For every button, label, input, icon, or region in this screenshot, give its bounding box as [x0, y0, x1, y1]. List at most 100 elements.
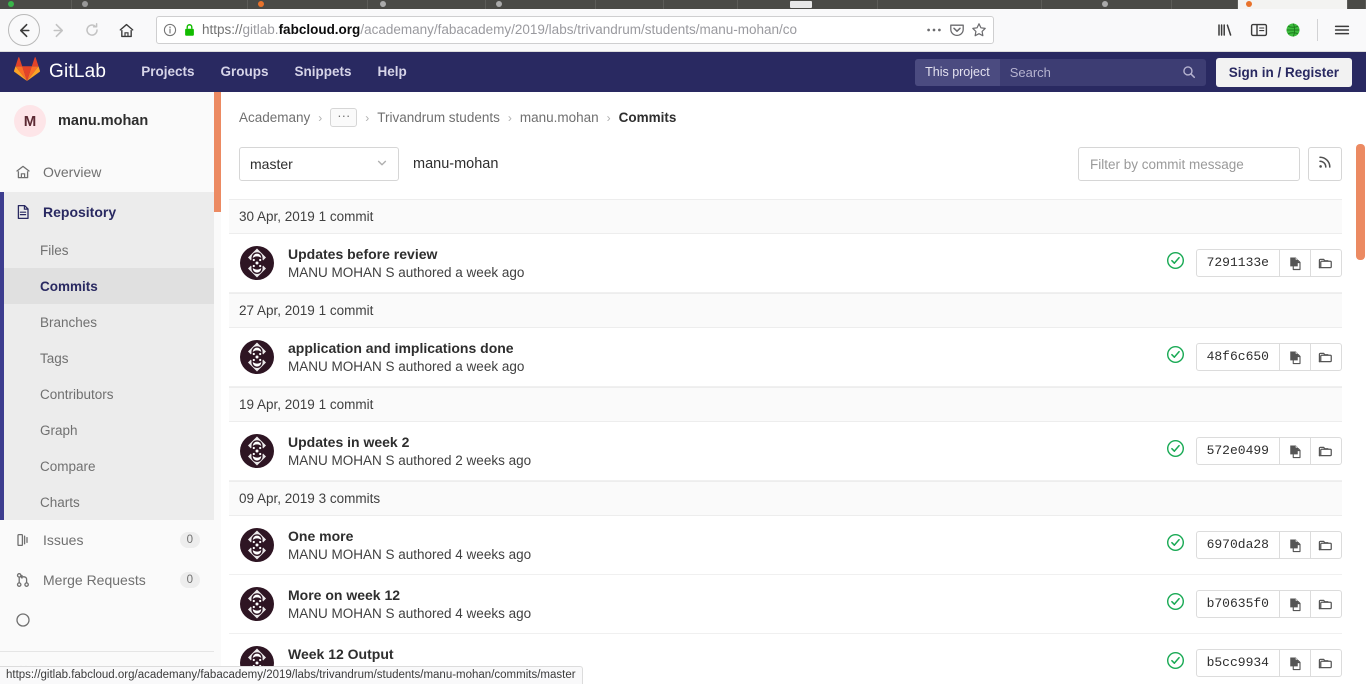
nav-link-groups[interactable]: Groups — [207, 52, 281, 92]
forward-button[interactable] — [42, 14, 74, 46]
sidebar-item-contributors[interactable]: Contributors — [0, 376, 214, 412]
commit-sha[interactable]: 48f6c650 — [1197, 344, 1279, 370]
rss-feed-button[interactable] — [1308, 147, 1342, 181]
commit-title[interactable]: Updates in week 2 — [288, 434, 531, 450]
sidebar-item-compare[interactable]: Compare — [0, 448, 214, 484]
search-input[interactable]: Search — [1000, 65, 1182, 80]
identicon-avatar — [239, 433, 275, 469]
sidebar-item-commits[interactable]: Commits — [0, 268, 214, 304]
sidebar-item-charts[interactable]: Charts — [0, 484, 214, 520]
breadcrumb-separator: › — [507, 110, 512, 125]
copy-to-clipboard-icon[interactable] — [1279, 532, 1310, 558]
search-icon[interactable] — [1182, 65, 1206, 79]
copy-to-clipboard-icon[interactable] — [1279, 250, 1310, 276]
commit-row[interactable]: Updates before review MANU MOHAN S author… — [229, 234, 1342, 293]
browser-tab[interactable] — [738, 0, 878, 9]
sidebar-item-issues[interactable]: Issues 0 — [0, 520, 214, 560]
search-scope-label[interactable]: This project — [915, 58, 1000, 86]
commit-title[interactable]: More on week 12 — [288, 587, 531, 603]
hamburger-menu-icon[interactable] — [1326, 14, 1358, 46]
home-button[interactable] — [110, 14, 142, 46]
page-scrollbar[interactable] — [1355, 92, 1366, 684]
commit-row[interactable]: Updates in week 2 MANU MOHAN S authored 2… — [229, 422, 1342, 481]
pipeline-passed-check-icon[interactable] — [1166, 651, 1185, 675]
browser-tab[interactable] — [248, 0, 368, 9]
pipeline-passed-check-icon[interactable] — [1166, 533, 1185, 557]
pipeline-passed-check-icon[interactable] — [1166, 345, 1185, 369]
ellipsis-icon[interactable] — [925, 23, 943, 37]
browser-tab[interactable] — [596, 0, 664, 9]
commit-sha[interactable]: b70635f0 — [1197, 591, 1279, 617]
sidebar-scrollbar[interactable] — [214, 92, 221, 684]
breadcrumb-expand-button[interactable]: ··· — [330, 108, 358, 127]
commit-sha[interactable]: 7291133e — [1197, 250, 1279, 276]
sidebar-project-header[interactable]: M manu.mohan — [0, 92, 214, 152]
commit-title[interactable]: Updates before review — [288, 246, 524, 262]
commit-row[interactable]: application and implications done MANU MO… — [229, 328, 1342, 387]
sidebar-item-overview[interactable]: Overview — [0, 152, 214, 192]
sidebar-icon[interactable] — [1243, 14, 1275, 46]
search-box[interactable]: This project Search — [915, 58, 1206, 86]
address-bar[interactable]: https://gitlab.fabcloud.org/academany/fa… — [156, 16, 994, 44]
commit-sha[interactable]: 6970da28 — [1197, 532, 1279, 558]
copy-to-clipboard-icon[interactable] — [1279, 591, 1310, 617]
nav-link-help[interactable]: Help — [365, 52, 420, 92]
browser-tab[interactable] — [0, 0, 72, 9]
padlock-icon[interactable] — [183, 23, 196, 37]
url-text[interactable]: https://gitlab.fabcloud.org/academany/fa… — [202, 17, 919, 43]
copy-to-clipboard-icon[interactable] — [1279, 650, 1310, 676]
browser-tab[interactable] — [878, 0, 1042, 9]
browser-tab[interactable] — [72, 0, 248, 9]
sidebar-item-merge-requests[interactable]: Merge Requests 0 — [0, 560, 214, 600]
page-scrollbar-thumb[interactable] — [1356, 144, 1365, 260]
browser-tab[interactable] — [1172, 0, 1238, 9]
browse-files-folder-icon[interactable] — [1310, 344, 1341, 370]
browse-files-folder-icon[interactable] — [1310, 591, 1341, 617]
browser-tab[interactable] — [368, 0, 486, 9]
library-icon[interactable] — [1209, 14, 1241, 46]
pipeline-passed-check-icon[interactable] — [1166, 439, 1185, 463]
star-icon[interactable] — [971, 22, 987, 38]
sidebar-item-tags[interactable]: Tags — [0, 340, 214, 376]
browser-tab-active[interactable] — [1238, 0, 1348, 9]
breadcrumb-item-academany[interactable]: Academany — [239, 110, 310, 125]
commit-title[interactable]: application and implications done — [288, 340, 524, 356]
nav-link-projects[interactable]: Projects — [128, 52, 207, 92]
sidebar-item-graph[interactable]: Graph — [0, 412, 214, 448]
reload-button[interactable] — [76, 14, 108, 46]
sidebar-item-files[interactable]: Files — [0, 232, 214, 268]
browser-tab[interactable] — [664, 0, 738, 9]
commit-row[interactable]: More on week 12 MANU MOHAN S authored 4 w… — [229, 575, 1342, 634]
browse-files-folder-icon[interactable] — [1310, 438, 1341, 464]
pipeline-passed-check-icon[interactable] — [1166, 592, 1185, 616]
back-button[interactable] — [8, 14, 40, 46]
sidebar-scrollbar-thumb[interactable] — [214, 92, 221, 212]
commit-sha[interactable]: 572e0499 — [1197, 438, 1279, 464]
commit-title[interactable]: One more — [288, 528, 531, 544]
pocket-icon[interactable] — [949, 22, 965, 38]
browser-tab-strip[interactable] — [0, 0, 1366, 9]
nav-link-snippets[interactable]: Snippets — [281, 52, 364, 92]
sidebar-item-repository[interactable]: Repository — [0, 192, 214, 232]
info-icon[interactable] — [163, 23, 177, 37]
branch-selector[interactable]: master — [239, 147, 399, 181]
new-tab-button[interactable] — [1348, 0, 1366, 9]
copy-to-clipboard-icon[interactable] — [1279, 438, 1310, 464]
browse-files-folder-icon[interactable] — [1310, 650, 1341, 676]
sidebar-item-branches[interactable]: Branches — [0, 304, 214, 340]
sign-in-register-button[interactable]: Sign in / Register — [1215, 57, 1352, 87]
globe-extension-icon[interactable] — [1277, 14, 1309, 46]
commit-title[interactable]: Week 12 Output — [288, 646, 531, 662]
pipeline-passed-check-icon[interactable] — [1166, 251, 1185, 275]
browser-tab[interactable] — [486, 0, 596, 9]
commit-sha[interactable]: b5cc9934 — [1197, 650, 1279, 676]
browser-tab[interactable] — [1042, 0, 1172, 9]
gitlab-home-link[interactable]: GitLab — [14, 57, 106, 87]
commit-row[interactable]: One more MANU MOHAN S authored 4 weeks ag… — [229, 516, 1342, 575]
browse-files-folder-icon[interactable] — [1310, 532, 1341, 558]
copy-to-clipboard-icon[interactable] — [1279, 344, 1310, 370]
browse-files-folder-icon[interactable] — [1310, 250, 1341, 276]
breadcrumb-item-manu-mohan[interactable]: manu.mohan — [520, 110, 599, 125]
breadcrumb-item-trivandrum-students[interactable]: Trivandrum students — [377, 110, 500, 125]
filter-commits-input[interactable]: Filter by commit message — [1078, 147, 1300, 181]
